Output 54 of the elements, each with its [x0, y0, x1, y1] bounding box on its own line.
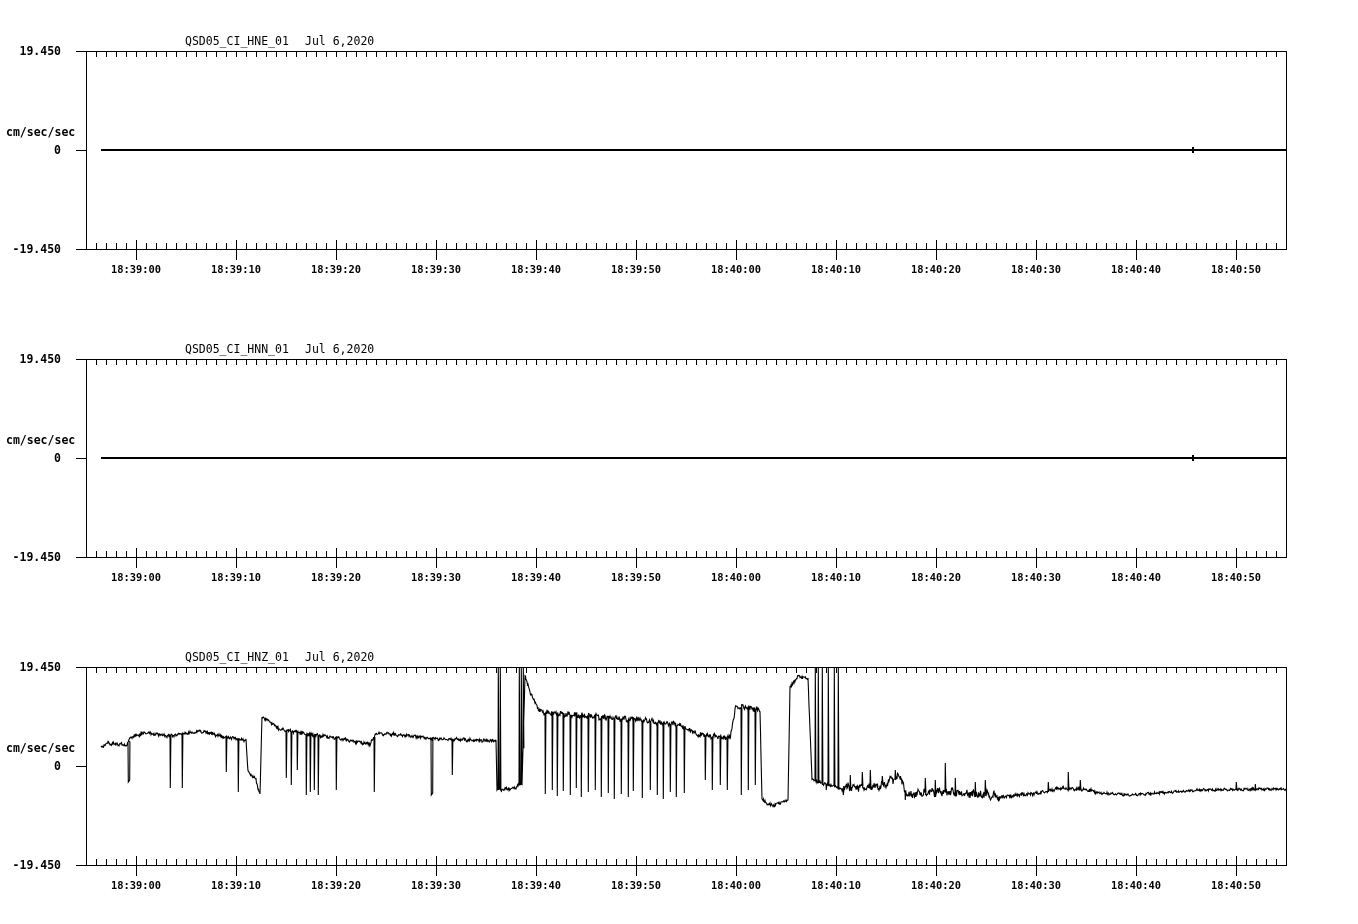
x-tick-label: 18:40:10	[811, 879, 861, 891]
x-tick-label: 18:40:50	[1211, 571, 1261, 583]
x-tick-label: 18:40:00	[711, 263, 761, 275]
date-label: Jul 6,2020	[305, 342, 375, 356]
x-tick-label: 18:39:20	[311, 263, 361, 275]
x-tick-label: 18:39:30	[411, 571, 461, 583]
x-tick-label: 18:40:20	[911, 879, 961, 891]
x-tick-label: 18:40:50	[1211, 263, 1261, 275]
y-tick-label: 0	[54, 451, 61, 465]
x-tick-label: 18:39:30	[411, 879, 461, 891]
y-tick-label: -19.450	[12, 550, 61, 564]
channel-label: QSD05_CI_HNZ_01	[185, 650, 289, 664]
x-tick-label: 18:40:30	[1011, 571, 1061, 583]
x-tick-label: 18:39:20	[311, 571, 361, 583]
y-tick-label: -19.450	[12, 858, 61, 872]
x-tick-label: 18:39:50	[611, 571, 661, 583]
x-tick-label: 18:39:20	[311, 879, 361, 891]
y-tick-label: 19.450	[19, 660, 61, 674]
x-tick-label: 18:39:10	[211, 571, 261, 583]
x-tick-label: 18:39:40	[511, 879, 561, 891]
x-tick-label: 18:39:40	[511, 571, 561, 583]
y-tick-label: 0	[54, 143, 61, 157]
x-tick-label: 18:40:10	[811, 571, 861, 583]
x-tick-label: 18:39:30	[411, 263, 461, 275]
y-tick-label: 0	[54, 759, 61, 773]
x-tick-label: 18:40:20	[911, 263, 961, 275]
unit-label: cm/sec/sec	[6, 741, 76, 755]
y-tick-label: 19.450	[19, 352, 61, 366]
x-tick-label: 18:40:30	[1011, 263, 1061, 275]
y-tick-label: 19.450	[19, 44, 61, 58]
x-tick-label: 18:39:00	[111, 879, 161, 891]
x-tick-label: 18:40:20	[911, 571, 961, 583]
x-tick-label: 18:39:10	[211, 879, 261, 891]
x-tick-label: 18:39:10	[211, 263, 261, 275]
channel-label: QSD05_CI_HNN_01	[185, 342, 289, 356]
x-tick-label: 18:40:40	[1111, 571, 1161, 583]
x-tick-label: 18:40:40	[1111, 263, 1161, 275]
x-tick-label: 18:40:30	[1011, 879, 1061, 891]
date-label: Jul 6,2020	[305, 650, 375, 664]
x-tick-label: 18:40:10	[811, 263, 861, 275]
x-tick-label: 18:39:00	[111, 263, 161, 275]
x-tick-label: 18:40:50	[1211, 879, 1261, 891]
x-tick-label: 18:40:00	[711, 879, 761, 891]
x-tick-label: 18:40:40	[1111, 879, 1161, 891]
x-tick-label: 18:39:40	[511, 263, 561, 275]
x-tick-label: 18:39:50	[611, 879, 661, 891]
channel-label: QSD05_CI_HNE_01	[185, 34, 289, 48]
unit-label: cm/sec/sec	[6, 433, 76, 447]
x-tick-label: 18:40:00	[711, 571, 761, 583]
x-tick-label: 18:39:50	[611, 263, 661, 275]
x-tick-label: 18:39:00	[111, 571, 161, 583]
date-label: Jul 6,2020	[305, 34, 375, 48]
unit-label: cm/sec/sec	[6, 125, 76, 139]
y-tick-label: -19.450	[12, 242, 61, 256]
